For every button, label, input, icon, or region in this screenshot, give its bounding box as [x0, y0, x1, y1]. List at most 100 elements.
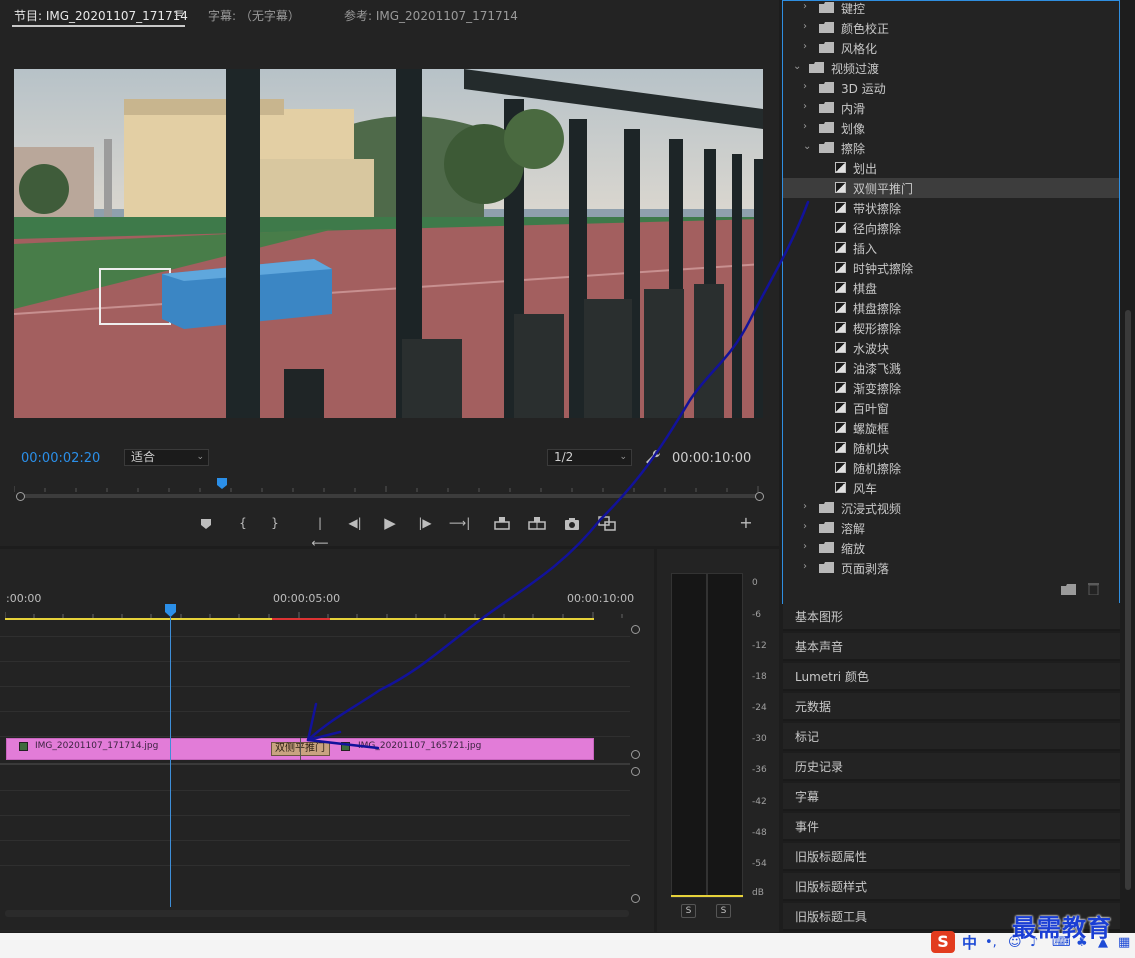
solo-right-button[interactable]: S [716, 904, 731, 918]
scrub-end-handle[interactable] [755, 492, 764, 501]
chevron-right-icon[interactable]: › [803, 1, 807, 12]
panels-scrollbar[interactable] [1125, 310, 1131, 890]
effects-preset[interactable]: 百叶窗 [783, 398, 1119, 418]
effects-folder[interactable]: › 3D 运动 [783, 78, 1119, 98]
monitor-time-ruler[interactable] [14, 480, 763, 492]
chevron-right-icon[interactable]: › [803, 521, 807, 532]
go-to-in-icon[interactable]: |⟵ [310, 513, 330, 550]
chevron-right-icon[interactable]: › [803, 41, 807, 52]
track-zoom-handle[interactable] [631, 625, 640, 634]
new-bin-icon[interactable] [1061, 584, 1076, 595]
play-icon[interactable]: ▶ [380, 513, 400, 533]
effects-preset[interactable]: 楔形擦除 [783, 318, 1119, 338]
effects-preset[interactable]: 带状擦除 [783, 198, 1119, 218]
effects-preset[interactable]: 螺旋框 [783, 418, 1119, 438]
effects-folder[interactable]: › 风格化 [783, 38, 1119, 58]
monitor-playhead[interactable] [217, 478, 227, 489]
effects-preset[interactable]: 随机擦除 [783, 458, 1119, 478]
chevron-down-icon[interactable]: ⌄ [803, 141, 811, 152]
chevron-right-icon[interactable]: › [803, 541, 807, 552]
export-frame-icon[interactable] [562, 513, 582, 533]
fit-dropdown[interactable]: 适合 ⌄ [124, 449, 209, 466]
chevron-down-icon[interactable]: ⌄ [793, 61, 801, 72]
hamburger-icon[interactable]: ≡ [174, 6, 184, 20]
effects-folder[interactable]: ⌄ 视频过渡 [783, 58, 1119, 78]
track-zoom-handle[interactable] [631, 894, 640, 903]
effects-preset[interactable]: 插入 [783, 238, 1119, 258]
effects-folder[interactable]: › 溶解 [783, 518, 1119, 538]
mark-out-icon[interactable]: } [265, 513, 285, 533]
lift-icon[interactable] [492, 513, 512, 533]
ime-logo[interactable]: S [931, 931, 955, 953]
resolution-dropdown[interactable]: 1/2 ⌄ [547, 449, 632, 466]
transition-preset-icon [835, 242, 846, 253]
effects-folder[interactable]: › 页面剥落 [783, 558, 1119, 578]
effects-preset[interactable]: 油漆飞溅 [783, 358, 1119, 378]
effects-preset[interactable]: 双侧平推门 [783, 178, 1119, 198]
effects-folder[interactable]: ⌄ 擦除 [783, 138, 1119, 158]
panel-markers[interactable]: 标记 [783, 723, 1120, 751]
track-zoom-handle[interactable] [631, 767, 640, 776]
video-clip-a[interactable]: IMG_20201107_171714.jpg [6, 738, 302, 760]
chevron-right-icon[interactable]: › [803, 121, 807, 132]
step-back-icon[interactable]: ◀| [345, 513, 365, 533]
monitor-scrub-bar[interactable] [20, 494, 760, 498]
effects-folder[interactable]: › 键控 [783, 0, 1119, 18]
timeline-playhead[interactable] [165, 604, 176, 617]
chevron-right-icon[interactable]: › [803, 101, 807, 112]
effects-folder[interactable]: › 划像 [783, 118, 1119, 138]
panel-events[interactable]: 事件 [783, 813, 1120, 841]
extract-icon[interactable] [527, 513, 547, 533]
effects-preset[interactable]: 棋盘擦除 [783, 298, 1119, 318]
add-button-icon[interactable]: + [736, 513, 756, 533]
marker-icon[interactable] [196, 513, 216, 533]
effects-preset[interactable]: 水波块 [783, 338, 1119, 358]
tab-captions[interactable]: 字幕: （无字幕） [208, 7, 300, 24]
chevron-right-icon[interactable]: › [803, 501, 807, 512]
effects-preset[interactable]: 时钟式擦除 [783, 258, 1119, 278]
panel-lumetri-color[interactable]: Lumetri 颜色 [783, 663, 1120, 691]
effects-folder[interactable]: › 内滑 [783, 98, 1119, 118]
effects-preset[interactable]: 渐变擦除 [783, 378, 1119, 398]
timeline-ruler[interactable] [5, 606, 629, 618]
panel-legacy-title-styles[interactable]: 旧版标题样式 [783, 873, 1120, 901]
panel-essential-graphics[interactable]: 基本图形 [783, 603, 1120, 631]
fit-dropdown-value: 适合 [131, 450, 156, 464]
panel-legacy-title-properties[interactable]: 旧版标题属性 [783, 843, 1120, 871]
effects-preset[interactable]: 径向擦除 [783, 218, 1119, 238]
ime-mode-label[interactable]: 中 [962, 932, 977, 953]
effects-folder[interactable]: › 颜色校正 [783, 18, 1119, 38]
tab-program[interactable]: 节目: IMG_20201107_171714 [14, 7, 188, 24]
video-audio-separator[interactable] [0, 763, 630, 765]
punctuation-icon[interactable]: •, [985, 935, 997, 950]
step-forward-icon[interactable]: |▶ [415, 513, 435, 533]
go-to-out-icon[interactable]: ⟶| [449, 513, 470, 533]
scrub-start-handle[interactable] [16, 492, 25, 501]
timeline-horizontal-scrollbar[interactable] [5, 910, 629, 917]
mark-in-icon[interactable]: { [233, 513, 253, 533]
track-zoom-handle[interactable] [631, 750, 640, 759]
effects-preset[interactable]: 划出 [783, 158, 1119, 178]
effects-preset[interactable]: 风车 [783, 478, 1119, 498]
effects-preset[interactable]: 随机块 [783, 438, 1119, 458]
tree-item-label: 百叶窗 [853, 402, 890, 416]
solo-left-button[interactable]: S [681, 904, 696, 918]
comparison-view-icon[interactable] [597, 513, 617, 533]
tree-item-label: 楔形擦除 [853, 322, 902, 336]
panel-history[interactable]: 历史记录 [783, 753, 1120, 781]
current-timecode[interactable]: 00:00:02:20 [21, 451, 100, 466]
panel-captions[interactable]: 字幕 [783, 783, 1120, 811]
effects-preset[interactable]: 棋盘 [783, 278, 1119, 298]
trash-icon[interactable] [1088, 582, 1099, 596]
chevron-right-icon[interactable]: › [803, 561, 807, 572]
wrench-icon[interactable] [645, 449, 661, 465]
effects-folder[interactable]: › 沉浸式视频 [783, 498, 1119, 518]
chevron-right-icon[interactable]: › [803, 21, 807, 32]
toolbox-icon[interactable]: ▦ [1118, 935, 1130, 950]
tab-reference[interactable]: 参考: IMG_20201107_171714 [344, 7, 518, 24]
panel-essential-sound[interactable]: 基本声音 [783, 633, 1120, 661]
chevron-right-icon[interactable]: › [803, 81, 807, 92]
panel-metadata[interactable]: 元数据 [783, 693, 1120, 721]
effects-folder[interactable]: › 缩放 [783, 538, 1119, 558]
video-clip-b[interactable]: IMG_20201107_165721.jpg [300, 738, 594, 760]
